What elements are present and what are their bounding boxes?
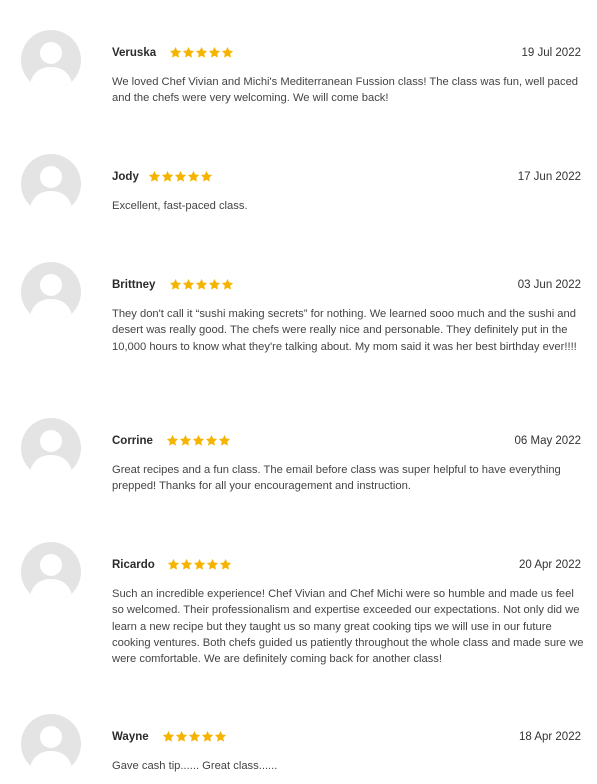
review-text: Gave cash tip...... Great class...... — [112, 760, 278, 772]
star-rating — [167, 558, 232, 572]
review-date: 18 Apr 2022 — [518, 731, 581, 743]
star-icon — [193, 558, 206, 570]
star-icon — [188, 730, 201, 742]
avatar-icon — [21, 30, 81, 90]
star-icon — [180, 558, 193, 570]
star-icon — [182, 46, 195, 58]
star-icon — [219, 558, 232, 570]
star-icon — [182, 278, 195, 290]
review-date: 19 Jul 2022 — [521, 47, 581, 59]
review-text: They don't call it “sushi making secrets… — [112, 308, 577, 353]
star-icon — [208, 46, 221, 58]
star-icon — [179, 434, 192, 446]
review-date: 03 Jun 2022 — [517, 279, 581, 291]
star-icon — [221, 46, 234, 58]
star-icon — [169, 46, 182, 58]
star-icon — [161, 170, 174, 182]
star-icon — [214, 730, 227, 742]
review-date: 17 Jun 2022 — [517, 171, 581, 183]
star-icon — [167, 558, 180, 570]
avatar-icon — [21, 542, 81, 602]
reviewer-name: Brittney — [112, 279, 156, 291]
star-icon — [166, 434, 179, 446]
star-icon — [208, 278, 221, 290]
star-rating — [169, 278, 234, 292]
star-icon — [218, 434, 231, 446]
review-text: Such an incredible experience! Chef Vivi… — [112, 588, 584, 666]
star-icon — [192, 434, 205, 446]
review-text: Excellent, fast-paced class. — [112, 200, 248, 212]
reviewer-name: Veruska — [112, 47, 157, 59]
avatar-icon — [21, 714, 81, 774]
reviewer-name: Corrine — [112, 435, 153, 447]
star-icon — [205, 434, 218, 446]
star-icon — [148, 170, 161, 182]
avatar-icon — [21, 418, 81, 478]
star-icon — [206, 558, 219, 570]
star-icon — [200, 170, 213, 182]
star-rating — [148, 170, 213, 184]
star-icon — [175, 730, 188, 742]
star-icon — [221, 278, 234, 290]
star-rating — [169, 46, 234, 60]
reviewer-name: Wayne — [112, 731, 149, 743]
star-icon — [162, 730, 175, 742]
star-icon — [195, 278, 208, 290]
review-date: 06 May 2022 — [514, 435, 582, 447]
star-icon — [174, 170, 187, 182]
avatar-icon — [21, 154, 81, 214]
review-text: Great recipes and a fun class. The email… — [112, 464, 561, 493]
star-icon — [169, 278, 182, 290]
review-text: We loved Chef Vivian and Michi's Mediter… — [112, 76, 579, 105]
review-date: 20 Apr 2022 — [518, 559, 581, 571]
star-rating — [162, 730, 227, 744]
star-rating — [166, 434, 231, 448]
avatar-icon — [21, 262, 81, 322]
star-icon — [195, 46, 208, 58]
star-icon — [201, 730, 214, 742]
reviewer-name: Jody — [112, 171, 139, 183]
reviewer-name: Ricardo — [112, 559, 155, 571]
star-icon — [187, 170, 200, 182]
